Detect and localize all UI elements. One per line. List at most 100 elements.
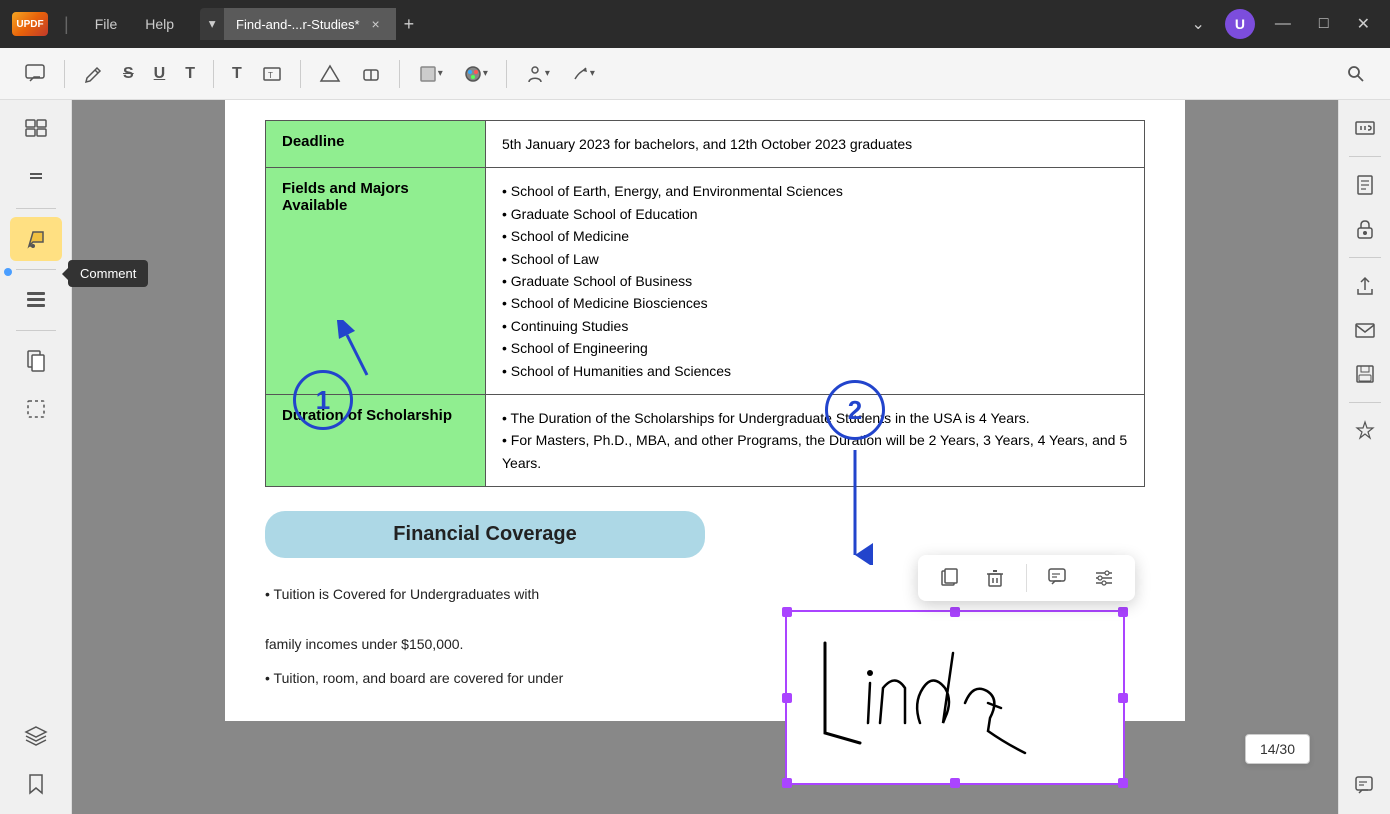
- page-badge: 14/30: [1245, 734, 1310, 764]
- search-button[interactable]: [1338, 56, 1374, 92]
- shape-dropdown-button[interactable]: ▾: [410, 56, 451, 92]
- toolbar-separator-2: [213, 60, 214, 88]
- organize-icon: [24, 288, 48, 312]
- sidebar-pages-button[interactable]: [10, 339, 62, 383]
- right-separator-1: [1349, 156, 1381, 157]
- close-button[interactable]: ✕: [1349, 14, 1378, 34]
- tab-title: Find-and-...r-Studies*: [236, 17, 360, 32]
- annotation-circle-2: 2: [825, 380, 885, 440]
- pen-sidebar-icon: [24, 227, 48, 251]
- resize-handle-bm[interactable]: [950, 778, 960, 788]
- lock-button[interactable]: [1345, 209, 1385, 249]
- maximize-button[interactable]: □: [1311, 15, 1337, 33]
- pages-icon: [24, 349, 48, 373]
- signature-container[interactable]: [785, 610, 1125, 785]
- annotation-arrow-1-svg: [337, 320, 397, 380]
- minimize-button[interactable]: —: [1267, 15, 1299, 33]
- sidebar-separator-2: [16, 269, 56, 270]
- sidebar-collapse-button[interactable]: [10, 156, 62, 200]
- toolbar: S U T T T ▾ ▾: [0, 48, 1390, 100]
- strikethrough-button[interactable]: S: [115, 56, 142, 92]
- signature-selection-box: [785, 610, 1125, 785]
- resize-handle-bl[interactable]: [782, 778, 792, 788]
- magic-button[interactable]: [1345, 411, 1385, 451]
- add-text-button[interactable]: T: [224, 56, 250, 92]
- pen-tool-button[interactable]: [75, 56, 111, 92]
- eraser-button[interactable]: [353, 56, 389, 92]
- comment-right-button[interactable]: [1345, 766, 1385, 806]
- share-button[interactable]: [1345, 266, 1385, 306]
- trash-icon: [984, 567, 1006, 589]
- comment-tooltip: Comment: [68, 260, 148, 287]
- sidebar-thumbnails-button[interactable]: [10, 108, 62, 152]
- ocr-icon: [1354, 117, 1376, 139]
- eraser-icon: [361, 64, 381, 84]
- copy-button[interactable]: [934, 563, 964, 593]
- sidebar-dot: [4, 268, 12, 276]
- user-avatar[interactable]: U: [1225, 9, 1255, 39]
- signature-svg: [805, 623, 1105, 773]
- sidebar-layers-button[interactable]: [10, 714, 62, 758]
- logo-box: UPDF: [12, 12, 48, 36]
- sidebar-crop-button[interactable]: [10, 387, 62, 431]
- ink-button[interactable]: ▾: [562, 56, 603, 92]
- thumbnails-icon: [24, 118, 48, 142]
- right-separator-2: [1349, 257, 1381, 258]
- collapse-icon: [26, 168, 46, 188]
- toolbar-separator-1: [64, 60, 65, 88]
- help-menu[interactable]: Help: [135, 12, 184, 36]
- right-separator-3: [1349, 402, 1381, 403]
- resize-handle-br[interactable]: [1118, 778, 1128, 788]
- resize-handle-mr[interactable]: [1118, 693, 1128, 703]
- annotation-arrow-1: [337, 320, 397, 385]
- tab-container: ▾ Find-and-...r-Studies* × +: [200, 8, 422, 40]
- pen-icon: [83, 64, 103, 84]
- chevron-down-button[interactable]: ⌄: [1184, 14, 1213, 34]
- svg-text:T: T: [268, 71, 273, 80]
- file-menu[interactable]: File: [85, 12, 128, 36]
- ink-icon: [570, 64, 590, 84]
- table-row-deadline: Deadline 5th January 2023 for bachelors,…: [266, 121, 1145, 168]
- resize-handle-ml[interactable]: [782, 693, 792, 703]
- magic-icon: [1354, 420, 1376, 442]
- highlight-button[interactable]: [311, 56, 349, 92]
- shape-icon: [418, 64, 438, 84]
- tab-dropdown[interactable]: ▾: [200, 8, 224, 40]
- underline-button[interactable]: U: [146, 56, 174, 92]
- deadline-value: 5th January 2023 for bachelors, and 12th…: [486, 121, 1145, 168]
- table-row-fields: Fields and Majors Available • School of …: [266, 168, 1145, 395]
- resize-handle-tm[interactable]: [950, 607, 960, 617]
- financial-coverage-title: Financial Coverage: [393, 523, 576, 545]
- comment-tool-button[interactable]: [16, 56, 54, 92]
- pen-tool-sidebar-button[interactable]: [10, 217, 62, 261]
- sidebar-separator-3: [16, 330, 56, 331]
- new-tab-button[interactable]: +: [396, 8, 423, 40]
- resize-handle-tr[interactable]: [1118, 607, 1128, 617]
- financial-coverage-box: Financial Coverage: [265, 511, 705, 558]
- stamp-button[interactable]: ▾: [517, 56, 558, 92]
- save-btn[interactable]: [1345, 354, 1385, 394]
- comment-ctx-button[interactable]: [1043, 563, 1073, 593]
- toolbar-separator-3: [300, 60, 301, 88]
- sidebar-bookmark-button[interactable]: [10, 762, 62, 806]
- resize-handle-tl[interactable]: [782, 607, 792, 617]
- ocr-button[interactable]: [1345, 108, 1385, 148]
- color-picker-button[interactable]: ▾: [455, 56, 496, 92]
- tab-close-button[interactable]: ×: [368, 16, 384, 32]
- updf-logo: UPDF: [12, 12, 48, 36]
- text-box-button[interactable]: T: [254, 56, 290, 92]
- extract-button[interactable]: [1345, 165, 1385, 205]
- left-sidebar: Comment: [0, 100, 72, 814]
- annotation-arrow-2-svg: [835, 445, 875, 565]
- delete-button[interactable]: [980, 563, 1010, 593]
- email-button[interactable]: [1345, 310, 1385, 350]
- pdf-area[interactable]: Deadline 5th January 2023 for bachelors,…: [72, 100, 1338, 814]
- properties-button[interactable]: [1089, 563, 1119, 593]
- save-icon: [1354, 363, 1376, 385]
- sidebar-organize-button[interactable]: [10, 278, 62, 322]
- sidebar-separator-1: [16, 208, 56, 209]
- text-cursor-button[interactable]: T: [177, 56, 203, 92]
- active-tab[interactable]: Find-and-...r-Studies* ×: [224, 8, 396, 40]
- main-area: Comment: [0, 100, 1390, 814]
- toolbar-separator-4: [399, 60, 400, 88]
